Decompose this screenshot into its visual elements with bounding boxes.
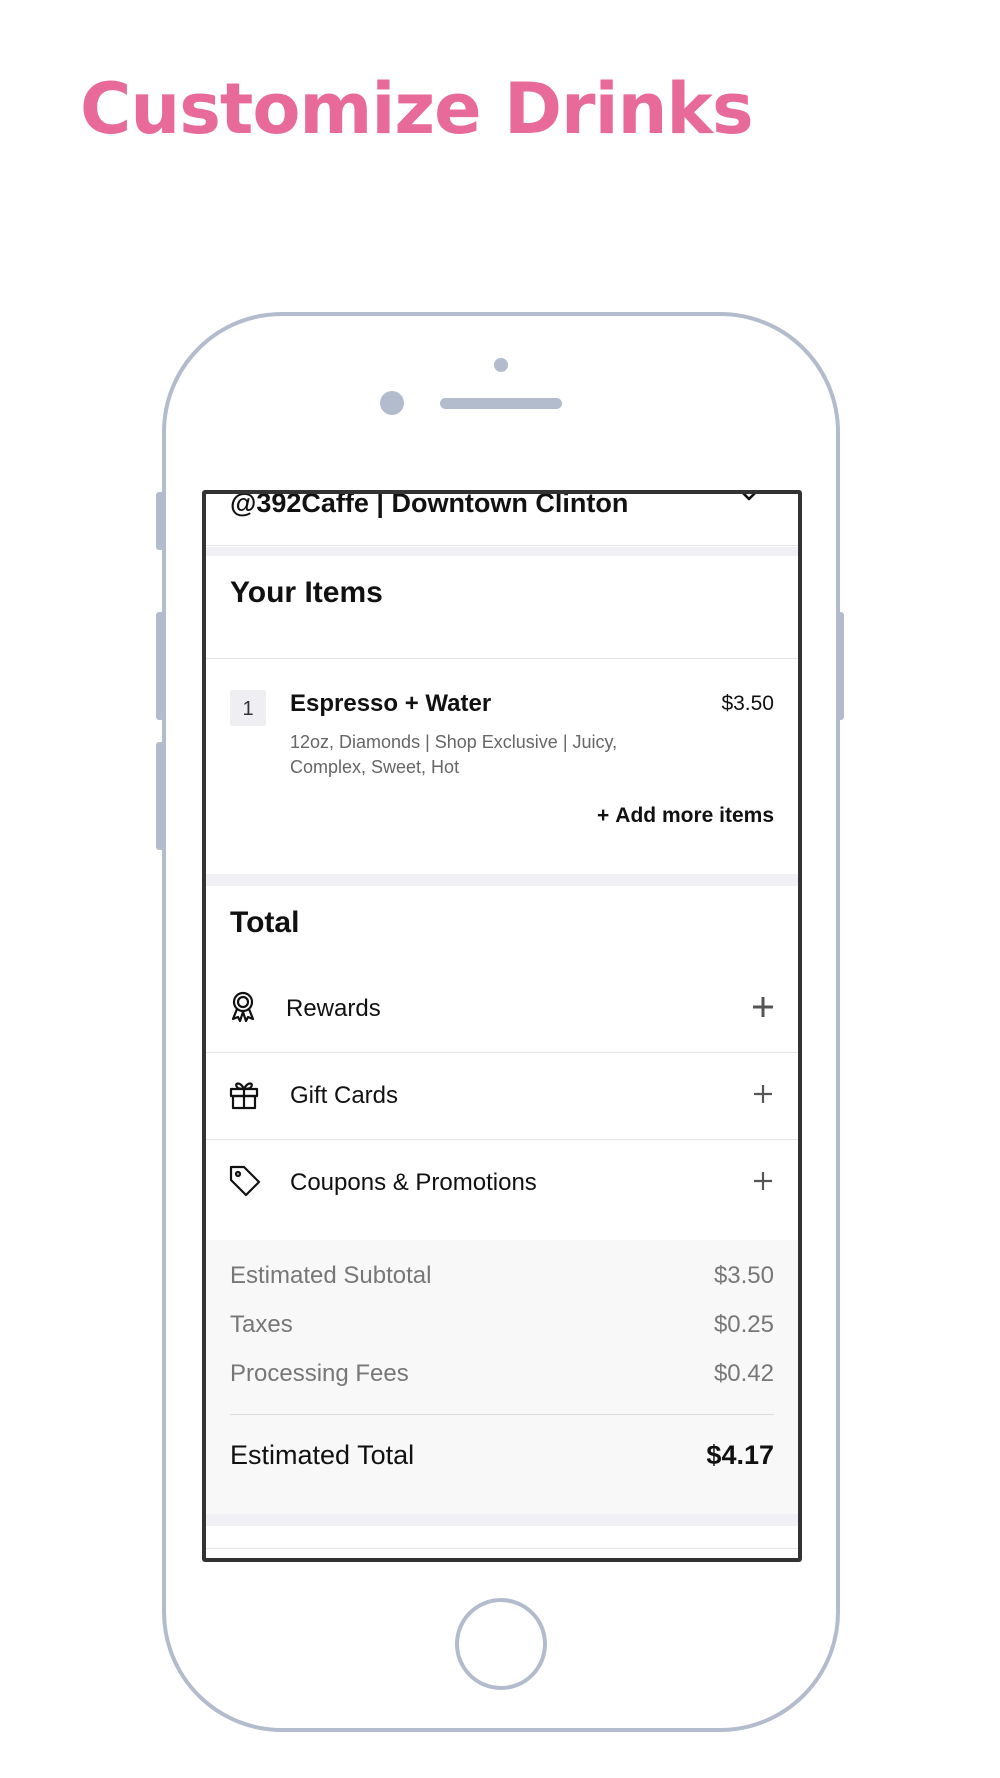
subtotal-value: $3.50: [713, 1262, 774, 1289]
divider: [206, 1548, 798, 1549]
proximity-sensor: [494, 358, 508, 372]
your-items-heading: Your Items: [230, 576, 383, 609]
fees-value: $0.42: [713, 1360, 774, 1387]
gift-cards-label: Gift Cards: [290, 1082, 399, 1109]
subtotal-line: Estimated Subtotal $3.50: [230, 1262, 774, 1290]
phone-screen: @392Caffe | Downtown Clinton Your Items …: [202, 490, 802, 1562]
order-summary: Estimated Subtotal $3.50 Taxes $0.25 Pro…: [206, 1240, 798, 1514]
fees-label: Processing Fees: [230, 1360, 409, 1387]
plus-icon[interactable]: [752, 1170, 774, 1192]
section-separator: [206, 1514, 798, 1526]
add-icon: +: [597, 804, 610, 827]
total-label: Estimated Total: [230, 1440, 415, 1470]
plus-icon[interactable]: [752, 1083, 774, 1105]
add-more-items-button[interactable]: + Add more items: [597, 804, 774, 828]
gift-cards-row[interactable]: Gift Cards: [206, 1053, 798, 1139]
add-more-items-label: Add more items: [615, 804, 774, 827]
item-description: 12oz, Diamonds | Shop Exclusive | Juicy,…: [290, 732, 618, 777]
coupons-label: Coupons & Promotions: [290, 1169, 537, 1196]
item-name: Espresso + Water: [290, 690, 492, 717]
estimated-total-line: Estimated Total $4.17: [230, 1440, 774, 1471]
home-button[interactable]: [455, 1598, 547, 1690]
earpiece-speaker: [440, 398, 562, 409]
coupons-row[interactable]: Coupons & Promotions: [206, 1140, 798, 1226]
fees-line: Processing Fees $0.42: [230, 1360, 774, 1388]
plus-icon[interactable]: [752, 996, 774, 1018]
award-ribbon-icon: [228, 990, 262, 1024]
front-camera: [380, 391, 404, 415]
chevron-down-icon[interactable]: [738, 494, 760, 506]
rewards-label: Rewards: [286, 995, 381, 1022]
total-value: $4.17: [706, 1440, 774, 1470]
tag-icon: [228, 1164, 262, 1198]
total-heading: Total: [230, 906, 300, 939]
divider: [206, 658, 798, 659]
page: Customize Drinks @392Caffe | Downtown Cl…: [0, 0, 1000, 1778]
taxes-label: Taxes: [230, 1311, 293, 1338]
taxes-value: $0.25: [713, 1311, 774, 1338]
rewards-row[interactable]: Rewards: [206, 966, 798, 1052]
item-quantity[interactable]: 1: [230, 690, 266, 726]
item-price: $3.50: [721, 692, 774, 715]
summary-divider: [230, 1414, 774, 1415]
gift-icon: [228, 1077, 262, 1111]
section-separator: [206, 874, 798, 886]
section-separator: [206, 547, 798, 556]
store-name: @392Caffe | Downtown Clinton: [230, 490, 629, 518]
headline: Customize Drinks: [80, 68, 754, 150]
taxes-line: Taxes $0.25: [230, 1311, 774, 1339]
subtotal-label: Estimated Subtotal: [230, 1262, 432, 1289]
store-selector[interactable]: @392Caffe | Downtown Clinton: [206, 494, 798, 546]
